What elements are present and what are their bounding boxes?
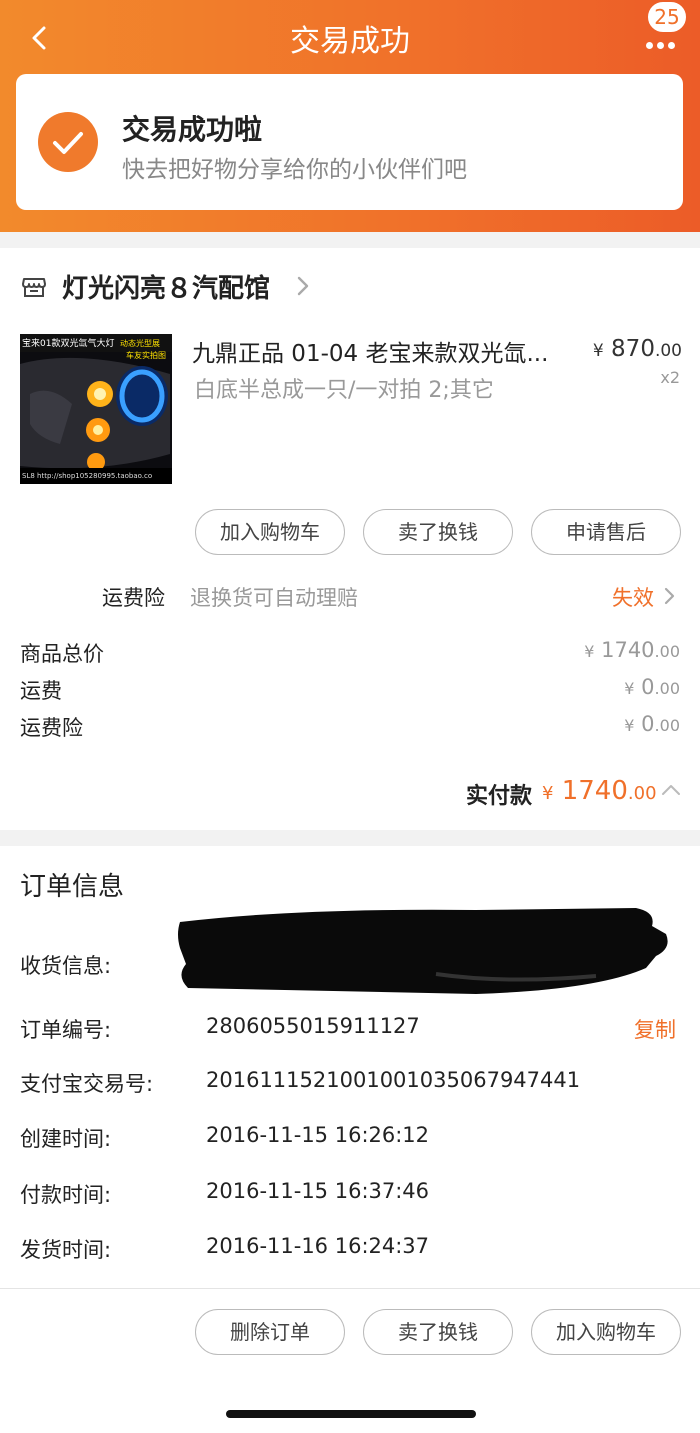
price-integer: 870 (611, 336, 655, 362)
cost-value: ¥ 1740.00 (584, 638, 680, 662)
add-to-cart-button[interactable]: 加入购物车 (531, 1309, 681, 1355)
shipped-time-label: 发货时间: (20, 1238, 112, 1262)
cost-decimal: .00 (654, 642, 680, 661)
cost-value: ¥ 0.00 (624, 712, 680, 736)
cost-integer: 0 (641, 712, 655, 736)
message-count-badge: 25 (648, 2, 686, 32)
delete-order-button[interactable]: 删除订单 (195, 1309, 345, 1355)
shop-name: 灯光闪亮８汽配馆 (62, 274, 271, 304)
paid-label: 实付款 (466, 784, 533, 809)
shipped-time-value: 2016-11-16 16:24:37 (206, 1234, 430, 1258)
created-time-label: 创建时间: (20, 1127, 112, 1151)
currency-symbol: ¥ (584, 642, 595, 661)
order-info-title: 订单信息 (20, 872, 125, 902)
currency-symbol: ¥ (542, 783, 554, 804)
status-title: 交易成功啦 (122, 113, 263, 146)
cost-decimal: .00 (654, 716, 680, 735)
check-circle-icon (38, 112, 98, 172)
section-gap (0, 830, 700, 846)
resell-button[interactable]: 卖了换钱 (363, 509, 513, 555)
header-bar: 交易成功 25 交易成功啦 快去把好物分享给你的小伙伴们吧 (0, 0, 700, 232)
divider (0, 1288, 700, 1289)
paid-decimal: .00 (627, 783, 657, 804)
product-spec: 白底半总成一只/一对拍 2;其它 (194, 378, 494, 403)
section-gap (0, 232, 700, 248)
product-price: ¥ 870.00 (593, 336, 682, 362)
paid-time-value: 2016-11-15 16:37:46 (206, 1179, 430, 1203)
product-quantity: x2 (660, 368, 680, 387)
shipping-info-label: 收货信息: (20, 954, 112, 978)
page-title: 交易成功 (290, 24, 410, 59)
image-caption-top: 宝来01款双光氙气大灯 (22, 339, 115, 349)
copy-button[interactable]: 复制 (634, 1014, 676, 1044)
home-indicator[interactable] (226, 1410, 476, 1418)
status-card: 交易成功啦 快去把好物分享给你的小伙伴们吧 (16, 74, 683, 210)
image-caption-bottom: SL8 http://shop105280995.taobao.co (22, 472, 153, 480)
chevron-right-icon (294, 274, 312, 298)
alipay-number-label: 支付宝交易号: (20, 1072, 154, 1096)
cost-decimal: .00 (654, 679, 680, 698)
product-title[interactable]: 九鼎正品 01-04 老宝来款双光氙... (192, 334, 562, 368)
cost-value: ¥ 0.00 (624, 675, 680, 699)
price-decimal: .00 (654, 341, 682, 361)
cost-integer: 1740 (601, 638, 655, 662)
cost-label: 运费 (20, 679, 62, 703)
paid-time-label: 付款时间: (20, 1183, 112, 1207)
currency-symbol: ¥ (624, 716, 635, 735)
order-number-label: 订单编号: (20, 1018, 112, 1042)
shop-icon (20, 272, 48, 300)
alipay-number-value: 2016111521001001035067947441 (206, 1068, 581, 1092)
order-number-value: 2806055015911127 (206, 1014, 420, 1038)
resell-button[interactable]: 卖了换钱 (363, 1309, 513, 1355)
cost-label: 运费险 (20, 716, 83, 740)
currency-symbol: ¥ (592, 341, 604, 361)
status-subtitle: 快去把好物分享给你的小伙伴们吧 (122, 157, 467, 183)
chevron-up-icon[interactable] (660, 782, 682, 796)
after-sale-button[interactable]: 申请售后 (531, 509, 681, 555)
insurance-label: 运费险 (102, 586, 165, 610)
paid-integer: 1740 (561, 776, 628, 806)
currency-symbol: ¥ (624, 679, 635, 698)
redacted-address (176, 904, 672, 1000)
insurance-desc: 退换货可自动理赔 (190, 586, 358, 610)
paid-amount: ¥ 1740.00 (542, 776, 657, 806)
cost-label: 商品总价 (20, 642, 104, 666)
created-time-value: 2016-11-15 16:26:12 (206, 1123, 430, 1147)
product-image[interactable]: 宝来01款双光氙气大灯 动态光型展 车友实拍图 SL8 http://shop1… (20, 334, 172, 484)
image-caption-badge2: 车友实拍图 (126, 351, 166, 360)
add-to-cart-button[interactable]: 加入购物车 (195, 509, 345, 555)
chevron-right-icon (662, 585, 678, 607)
cost-integer: 0 (641, 675, 655, 699)
more-dots-icon (646, 34, 686, 49)
image-caption-badge: 动态光型展 (120, 339, 160, 348)
insurance-status: 失效 (612, 586, 654, 610)
